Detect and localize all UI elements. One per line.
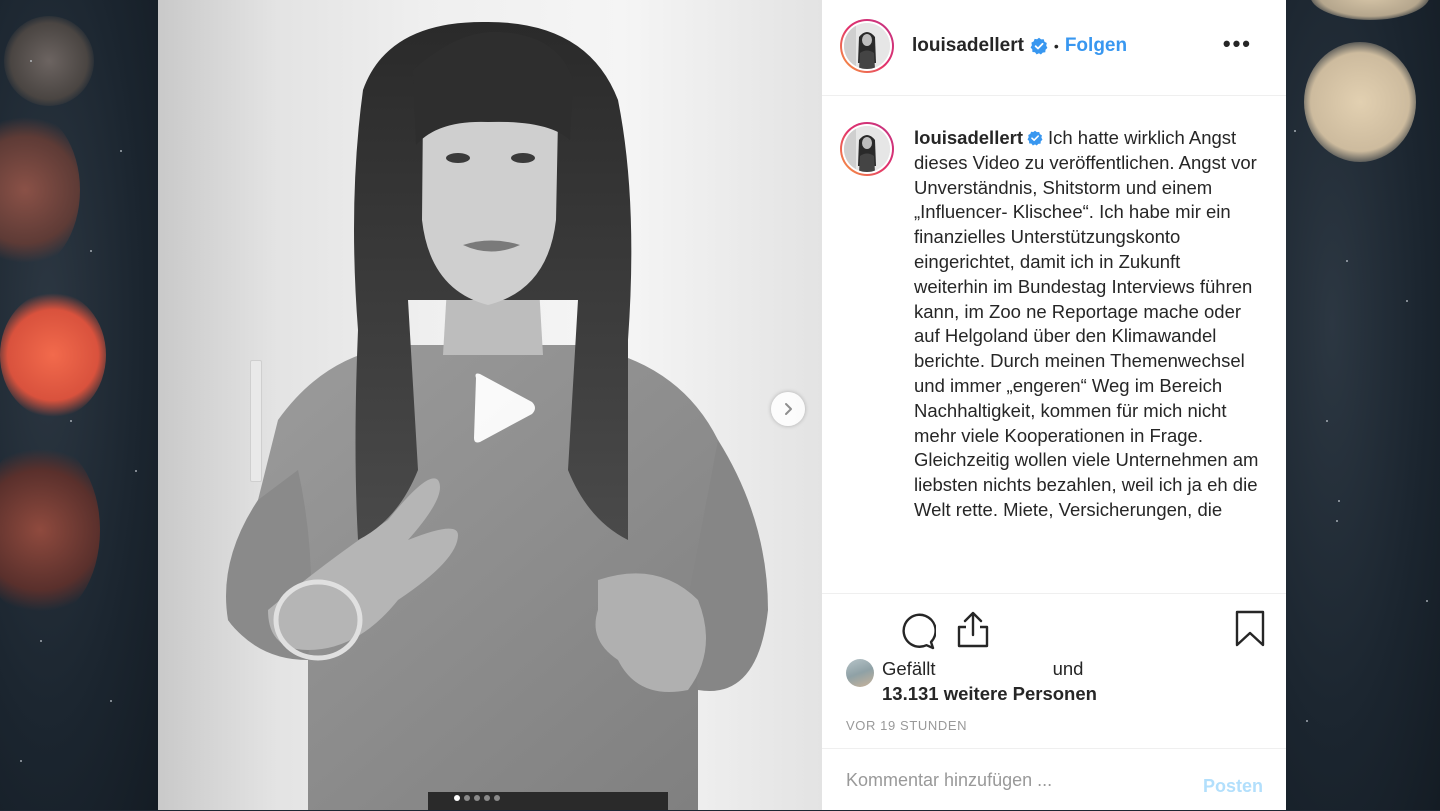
bokeh-light xyxy=(4,16,94,106)
liker-avatar[interactable] xyxy=(846,659,874,687)
caption-username[interactable]: louisadellert xyxy=(914,127,1023,148)
avatar-image xyxy=(844,23,890,69)
post-caption: louisadellert Ich hatte wirklich Angst d… xyxy=(914,126,1259,523)
verified-badge-icon xyxy=(1030,37,1048,55)
likes-prefix: Gefällt xyxy=(882,658,936,679)
post-comment-button[interactable]: Posten xyxy=(1203,776,1263,797)
likes-conjunction: und xyxy=(1052,658,1084,679)
post-header: louisadellert • Folgen ••• xyxy=(822,0,1286,96)
more-icon[interactable]: ••• xyxy=(1223,33,1252,55)
post-timestamp[interactable]: VOR 19 STUNDEN xyxy=(846,718,967,733)
carousel-dot xyxy=(494,795,500,801)
comment-bar: Posten xyxy=(822,748,1286,811)
bokeh-light xyxy=(0,440,100,620)
carousel-dot xyxy=(454,795,460,801)
likes-count[interactable]: 13.131 weitere Personen xyxy=(882,681,1097,706)
share-icon[interactable] xyxy=(955,611,991,649)
comment-input[interactable] xyxy=(844,769,1178,792)
post-video[interactable] xyxy=(158,0,822,810)
post-panel: louisadellert • Folgen ••• louisadellert… xyxy=(822,0,1286,810)
carousel-dot xyxy=(484,795,490,801)
likes-summary[interactable]: Gefällt und 13.131 weitere Personen xyxy=(846,656,1097,706)
bookmark-icon[interactable] xyxy=(1234,610,1266,648)
avatar-image xyxy=(844,126,890,172)
caption-section: louisadellert Ich hatte wirklich Angst d… xyxy=(822,96,1286,592)
carousel-dot xyxy=(464,795,470,801)
verified-badge-icon xyxy=(1027,130,1043,146)
bokeh-light xyxy=(1304,42,1416,162)
bokeh-light xyxy=(0,292,106,418)
chevron-right-icon xyxy=(785,403,792,415)
carousel-indicator xyxy=(454,795,500,801)
bokeh-light xyxy=(0,110,80,270)
carousel-dot xyxy=(474,795,480,801)
username[interactable]: louisadellert xyxy=(912,35,1024,57)
bokeh-light xyxy=(1310,0,1430,20)
separator-dot: • xyxy=(1053,38,1059,54)
follow-button[interactable]: Folgen xyxy=(1065,35,1127,57)
carousel-next-button[interactable] xyxy=(771,392,805,426)
play-icon[interactable] xyxy=(448,360,544,456)
caption-text: Ich hatte wirklich Angst dieses Video zu… xyxy=(914,127,1259,520)
caption-avatar[interactable] xyxy=(840,122,894,176)
avatar[interactable] xyxy=(840,19,894,73)
background-left xyxy=(0,0,158,810)
background-right xyxy=(1286,0,1440,810)
post-actions: Gefällt und 13.131 weitere Personen VOR … xyxy=(822,593,1286,749)
comment-icon[interactable] xyxy=(898,612,936,650)
